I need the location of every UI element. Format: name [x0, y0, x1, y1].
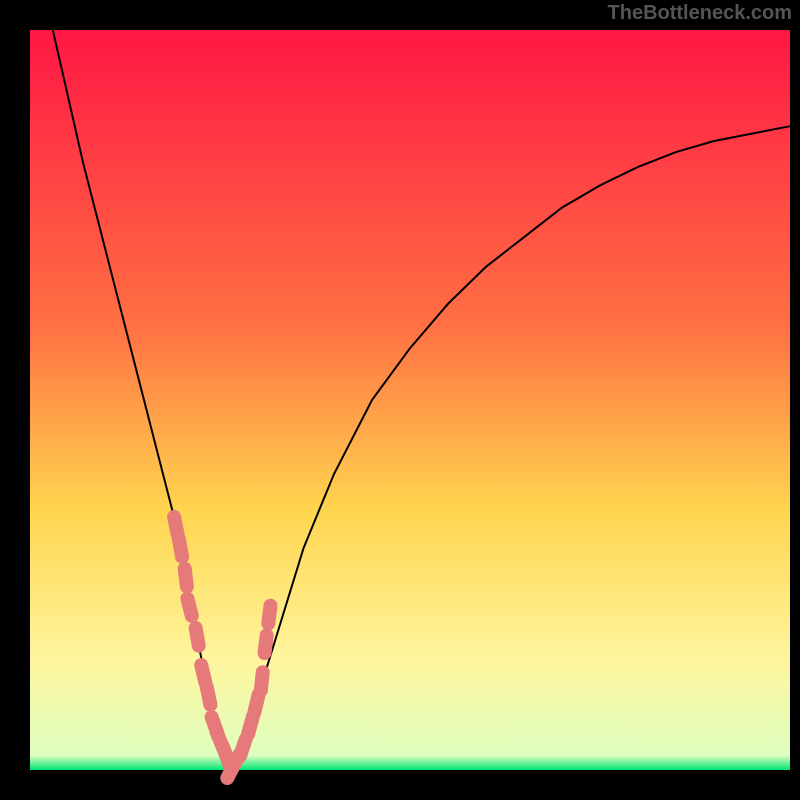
highlight-point [261, 672, 263, 690]
highlight-point [240, 739, 246, 756]
highlight-point [265, 635, 267, 653]
highlight-point [268, 606, 270, 624]
highlight-point [187, 599, 191, 616]
highlight-point [207, 687, 211, 705]
bottleneck-chart [0, 0, 800, 800]
watermark-text: TheBottleneck.com [608, 2, 792, 25]
highlight-point [174, 517, 178, 535]
chart-container: TheBottleneck.com [0, 0, 800, 800]
highlight-point [185, 569, 187, 587]
highlight-point [254, 695, 258, 713]
highlight-point [201, 665, 205, 683]
highlight-point [248, 717, 253, 734]
highlight-point [196, 628, 199, 646]
highlight-point [179, 539, 182, 557]
